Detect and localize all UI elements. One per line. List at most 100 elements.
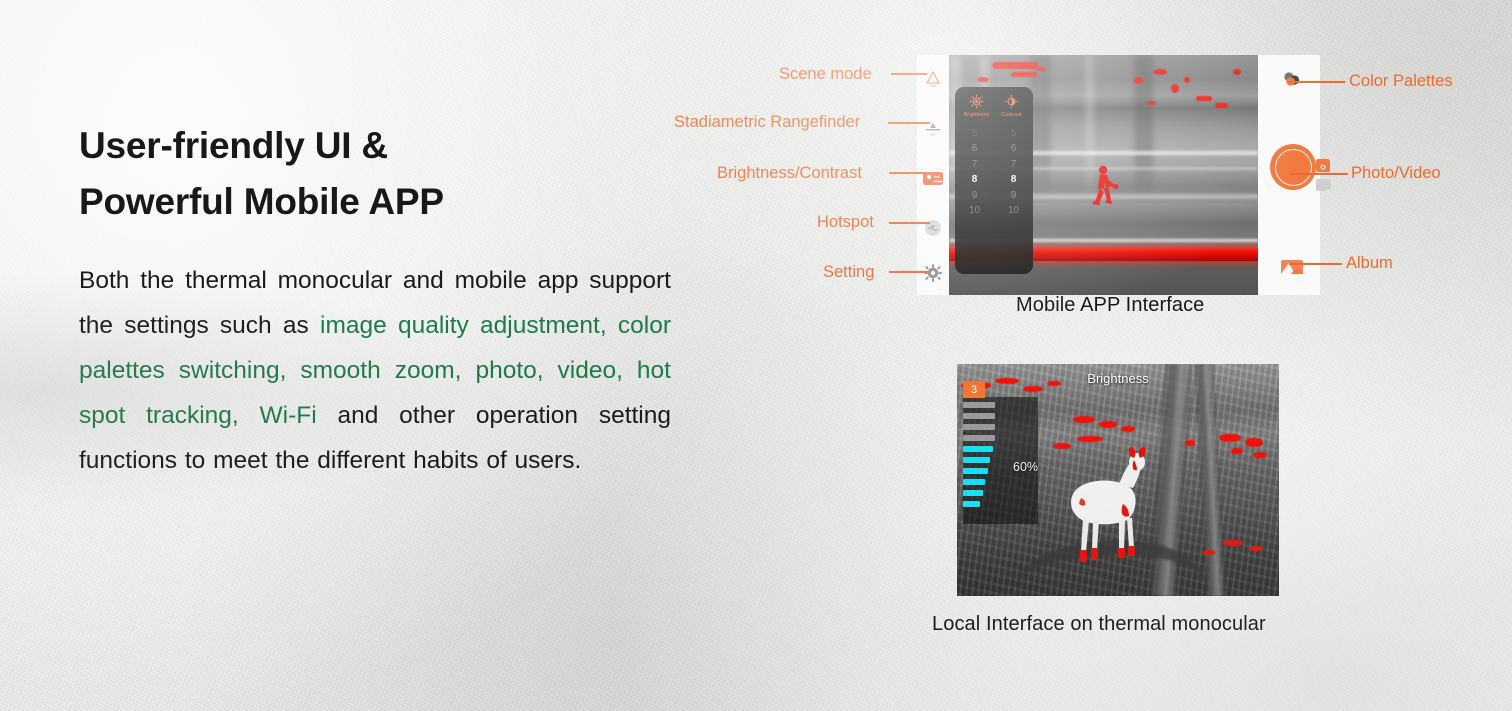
brightness-sun-icon bbox=[969, 94, 984, 109]
hot-foliage bbox=[1203, 550, 1215, 555]
mobile-app-mockup: SM RF Brightness Contrast 5 6 7 8 9 10 5… bbox=[917, 55, 1331, 295]
hot-blob bbox=[1196, 95, 1213, 101]
svg-text:RF: RF bbox=[930, 132, 936, 137]
thermal-deer bbox=[1061, 446, 1151, 570]
brightness-value-10[interactable]: 10 bbox=[958, 203, 992, 219]
slider-bar[interactable] bbox=[963, 424, 995, 430]
leader-line bbox=[889, 222, 930, 224]
hot-foliage bbox=[1023, 386, 1043, 392]
rangefinder-icon[interactable]: RF bbox=[922, 117, 944, 139]
slider-bar[interactable] bbox=[963, 501, 980, 507]
video-mode-icon[interactable] bbox=[1316, 179, 1331, 191]
hot-foliage bbox=[1245, 438, 1263, 447]
contrast-value-5[interactable]: 5 bbox=[997, 126, 1031, 142]
hot-foliage bbox=[1077, 436, 1103, 442]
hot-blob bbox=[1214, 103, 1228, 108]
app-shell: SM RF Brightness Contrast 5 6 7 8 9 10 5… bbox=[917, 55, 1331, 295]
hot-foliage bbox=[1223, 540, 1243, 546]
photo-mode-icon[interactable] bbox=[1316, 159, 1330, 172]
hot-blob bbox=[1146, 100, 1156, 105]
panel-header: Brightness Contrast bbox=[955, 87, 1033, 120]
osd-title: Brightness bbox=[1087, 371, 1149, 386]
contrast-value-8[interactable]: 8 bbox=[997, 172, 1031, 188]
gear-icon[interactable] bbox=[922, 262, 944, 284]
slider-bar[interactable] bbox=[963, 402, 995, 408]
callout-photo-video: Photo/Video bbox=[1351, 164, 1441, 182]
hot-foliage bbox=[1073, 416, 1095, 423]
color-palettes-icon[interactable] bbox=[1281, 69, 1303, 91]
slider-bar[interactable] bbox=[963, 446, 993, 452]
slide-canvas: User-friendly UI & Powerful Mobile APP B… bbox=[0, 0, 1512, 711]
contrast-half-circle-icon bbox=[1004, 94, 1019, 109]
contrast-value-wheel[interactable]: 5 6 7 8 9 10 bbox=[997, 126, 1031, 219]
callout-album: Album bbox=[1346, 254, 1393, 272]
brightness-value-5[interactable]: 5 bbox=[958, 126, 992, 142]
slider-bar[interactable] bbox=[963, 479, 986, 485]
hot-blob bbox=[992, 62, 1039, 70]
page-title: User-friendly UI & Powerful Mobile APP bbox=[79, 125, 444, 223]
callout-brightness-contrast: Brightness/Contrast bbox=[717, 164, 862, 182]
hot-blob bbox=[1183, 76, 1190, 83]
shutter-ring bbox=[1274, 148, 1312, 186]
callout-color-palettes: Color Palettes bbox=[1349, 72, 1453, 90]
hot-blob bbox=[1035, 67, 1046, 71]
hot-foliage bbox=[1185, 440, 1195, 446]
contrast-value-7[interactable]: 7 bbox=[997, 157, 1031, 173]
mobile-app-caption: Mobile APP Interface bbox=[1016, 294, 1205, 316]
scene-mode-icon[interactable]: SM bbox=[922, 67, 944, 89]
brightness-label: Brightness bbox=[963, 111, 990, 118]
body-paragraph: Both the thermal monocular and mobile ap… bbox=[79, 258, 671, 483]
svg-text:SM: SM bbox=[930, 83, 936, 88]
slider-bar[interactable] bbox=[963, 490, 983, 496]
brightness-value-9[interactable]: 9 bbox=[958, 188, 992, 204]
hot-blob bbox=[976, 76, 989, 82]
hot-foliage bbox=[1219, 434, 1241, 442]
callout-scene-mode: Scene mode bbox=[779, 65, 872, 83]
app-right-toolbar bbox=[1258, 55, 1331, 295]
hotspot-icon[interactable] bbox=[922, 217, 944, 239]
osd-percent: 60% bbox=[1013, 460, 1039, 474]
contrast-value-10[interactable]: 10 bbox=[997, 203, 1031, 219]
slider-bar[interactable] bbox=[963, 468, 988, 474]
contrast-value-9[interactable]: 9 bbox=[997, 188, 1031, 204]
brightness-contrast-icon[interactable] bbox=[922, 167, 944, 189]
leader-line bbox=[889, 172, 927, 174]
brightness-value-6[interactable]: 6 bbox=[958, 141, 992, 157]
brightness-value-7[interactable]: 7 bbox=[958, 157, 992, 173]
app-left-toolbar: SM RF bbox=[917, 55, 949, 295]
slider-bar[interactable] bbox=[963, 457, 991, 463]
thermal-viewfinder[interactable]: Brightness Contrast 5 6 7 8 9 10 5 6 7 8… bbox=[949, 55, 1258, 295]
leader-line bbox=[1290, 173, 1348, 175]
brightness-contrast-panel[interactable]: Brightness Contrast 5 6 7 8 9 10 5 6 7 8… bbox=[955, 87, 1033, 274]
text-column: User-friendly UI & Powerful Mobile APP B… bbox=[79, 118, 679, 483]
contrast-column-header: Contrast bbox=[995, 94, 1029, 118]
leader-line bbox=[891, 73, 927, 75]
slider-bar[interactable] bbox=[963, 413, 995, 419]
brightness-value-wheel[interactable]: 5 6 7 8 9 10 bbox=[958, 126, 992, 219]
slider-bar[interactable] bbox=[963, 435, 995, 441]
local-interface-caption: Local Interface on thermal monocular bbox=[932, 613, 1266, 635]
panel-pointer bbox=[955, 179, 956, 191]
hot-foliage bbox=[1099, 421, 1117, 428]
hot-blob bbox=[1134, 76, 1144, 84]
leader-line bbox=[888, 122, 930, 124]
contrast-label: Contrast bbox=[1001, 111, 1022, 118]
album-icon[interactable] bbox=[1280, 256, 1304, 276]
hot-foliage bbox=[1121, 426, 1135, 432]
callout-setting: Setting bbox=[823, 263, 875, 281]
thermal-person bbox=[1090, 165, 1124, 217]
brightness-slider[interactable] bbox=[963, 402, 995, 507]
leader-line bbox=[1289, 263, 1342, 265]
shutter-button[interactable] bbox=[1270, 144, 1316, 190]
hot-foliage bbox=[1231, 448, 1243, 454]
leader-line bbox=[1288, 81, 1345, 83]
hot-foliage bbox=[1253, 452, 1267, 458]
callout-rangefinder: Stadiametric Rangefinder bbox=[674, 113, 861, 131]
brightness-value-8[interactable]: 8 bbox=[958, 172, 992, 188]
contrast-value-6[interactable]: 6 bbox=[997, 141, 1031, 157]
leader-line bbox=[889, 271, 929, 273]
panel-value-wheels: 5 6 7 8 9 10 5 6 7 8 9 10 bbox=[955, 120, 1033, 219]
hot-foliage bbox=[1249, 546, 1263, 551]
callout-hotspot: Hotspot bbox=[817, 213, 874, 231]
brightness-column-header: Brightness bbox=[960, 94, 994, 118]
